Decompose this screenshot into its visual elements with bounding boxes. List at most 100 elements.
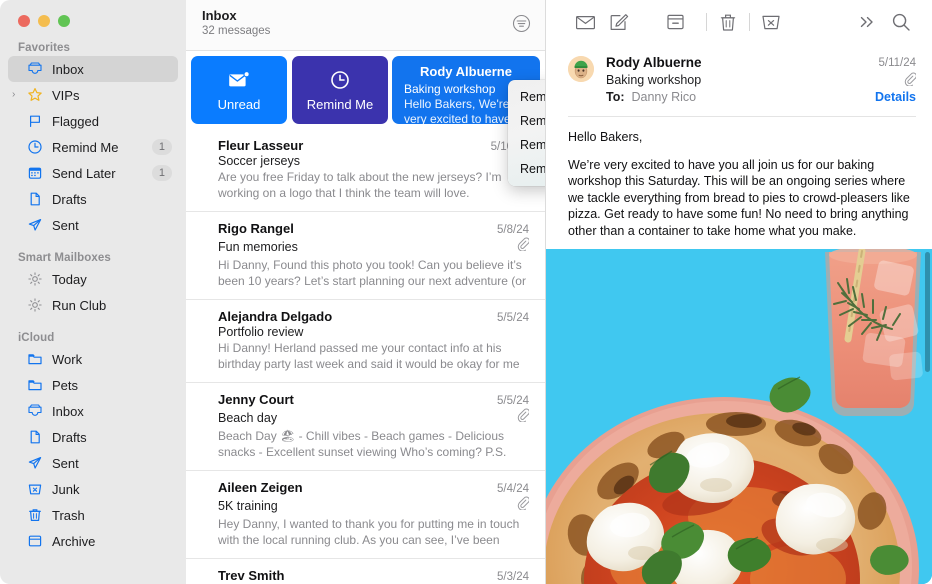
sidebar-item-label: Today <box>52 271 87 287</box>
sidebar-item-work[interactable]: Work <box>8 346 178 372</box>
message-row[interactable]: Jenny Court 5/5/24 Beach day Beach Day 🏖… <box>186 383 545 471</box>
message-subject: Portfolio review <box>218 325 304 339</box>
sidebar-item-label: Drafts <box>52 429 87 445</box>
message-toolbar <box>546 0 932 44</box>
message-date: 5/5/24 <box>497 395 529 407</box>
sidebar-item-badge: 1 <box>151 165 172 181</box>
swipe-action-label: Unread <box>217 96 261 112</box>
close-button[interactable] <box>18 15 30 27</box>
mail-window: Favorites Inbox › VIPs Flagged Remind Me… <box>0 0 932 584</box>
minimize-button[interactable] <box>38 15 50 27</box>
window-controls <box>0 0 186 28</box>
sidebar-item-junk[interactable]: Junk <box>8 476 178 502</box>
message-body: Hello Bakers, We’re very excited to have… <box>546 117 932 260</box>
sidebar-item-run-club[interactable]: Run Club <box>8 292 178 318</box>
sidebar-item-label: Inbox <box>52 403 84 419</box>
sidebar-item-label: Trash <box>52 507 85 523</box>
filter-icon[interactable] <box>512 14 531 38</box>
sidebar-item-label: Flagged <box>52 113 99 129</box>
sidebar-item-pets[interactable]: Pets <box>8 372 178 398</box>
clock-icon <box>26 139 43 156</box>
junk-button[interactable] <box>754 8 788 36</box>
message-preview: Are you free Friday to talk about the ne… <box>218 170 502 200</box>
gear-icon <box>26 271 43 288</box>
more-button[interactable] <box>850 8 884 36</box>
message-scrollbar[interactable] <box>925 252 930 372</box>
paperclip-icon <box>875 72 917 89</box>
swipe-action-unread[interactable]: Unread <box>191 56 287 124</box>
clock-icon <box>329 69 351 91</box>
compose-button[interactable] <box>602 8 636 36</box>
message-list-header: Inbox 32 messages <box>186 0 545 51</box>
sidebar-item-icloud-drafts[interactable]: Drafts <box>8 424 178 450</box>
mark-unread-button[interactable] <box>568 8 602 36</box>
unread-envelope-icon <box>228 69 250 91</box>
message-subject: Beach day <box>218 410 278 425</box>
inbox-icon <box>26 403 43 420</box>
menu-item-remind-later[interactable]: Remind Me Later… <box>508 157 545 181</box>
sidebar-item-label: Remind Me <box>52 139 119 155</box>
star-icon <box>26 87 43 104</box>
message-preview: Beach Day 🏖 - Chill vibes - Beach games … <box>218 429 507 459</box>
sidebar-item-vips[interactable]: › VIPs <box>8 82 178 108</box>
flag-icon <box>26 113 43 130</box>
search-button[interactable] <box>884 8 918 36</box>
sidebar-item-remind-me[interactable]: Remind Me 1 <box>8 134 178 160</box>
sidebar-item-send-later[interactable]: Send Later 1 <box>8 160 178 186</box>
attachment-photo[interactable] <box>546 249 932 584</box>
inbox-icon <box>26 61 43 78</box>
message-subject: Baking workshop <box>606 73 702 87</box>
details-link[interactable]: Details <box>875 89 916 106</box>
chevron-right-icon[interactable]: › <box>12 90 15 100</box>
message-date: 5/3/24 <box>497 571 529 583</box>
sidebar-section-favorites: Inbox › VIPs Flagged Remind Me 1 Send La… <box>0 56 186 238</box>
paperclip-icon <box>517 408 530 427</box>
avatar <box>568 56 594 82</box>
sidebar-item-sent[interactable]: Sent <box>8 212 178 238</box>
remind-me-context-menu: Remind Me in 1 Hour Remind Me Tonight Re… <box>508 80 545 186</box>
message-row[interactable]: Aileen Zeigen 5/4/24 5K training Hey Dan… <box>186 471 545 559</box>
toolbar-divider <box>706 13 707 31</box>
message-list-header-text: Inbox 32 messages <box>202 8 270 39</box>
sidebar-item-label: Archive <box>52 533 96 549</box>
message-row[interactable]: Trev Smith 5/3/24 Illustration reference… <box>186 559 545 584</box>
sidebar-item-trash[interactable]: Trash <box>8 502 178 528</box>
menu-item-remind-tonight[interactable]: Remind Me Tonight <box>508 109 545 133</box>
sidebar-item-icloud-inbox[interactable]: Inbox <box>8 398 178 424</box>
message-date: 5/11/24 <box>878 57 916 69</box>
archive-button[interactable] <box>658 8 692 36</box>
sidebar-item-flagged[interactable]: Flagged <box>8 108 178 134</box>
delete-button[interactable] <box>711 8 745 36</box>
message-sender-name: Rody Albuerne <box>606 55 702 70</box>
menu-item-remind-1-hour[interactable]: Remind Me in 1 Hour <box>508 85 545 109</box>
message-header-main: Rody Albuerne Baking workshop To: Danny … <box>606 54 867 106</box>
message-subject: Soccer jerseys <box>218 154 300 168</box>
message-date: 5/8/24 <box>497 224 529 236</box>
folder-icon <box>26 351 43 368</box>
message-rows: Unread Remind Me Rody Albuerne Baking wo… <box>186 51 545 584</box>
message-subject: Fun memories <box>218 239 298 254</box>
message-date: 5/4/24 <box>497 483 529 495</box>
sidebar-item-label: VIPs <box>52 87 80 103</box>
sidebar-item-archive[interactable]: Archive <box>8 528 178 554</box>
calendar-icon <box>26 165 43 182</box>
message-row[interactable]: Alejandra Delgado 5/5/24 Portfolio revie… <box>186 300 545 383</box>
sidebar-item-drafts[interactable]: Drafts <box>8 186 178 212</box>
menu-item-remind-tomorrow[interactable]: Remind Me Tomorrow <box>508 133 545 157</box>
toolbar-divider <box>749 13 750 31</box>
message-row[interactable]: Rigo Rangel 5/8/24 Fun memories Hi Danny… <box>186 212 545 300</box>
message-date: 5/5/24 <box>497 312 529 324</box>
swipe-action-remind-me[interactable]: Remind Me <box>292 56 388 124</box>
sidebar-item-icloud-sent[interactable]: Sent <box>8 450 178 476</box>
zoom-button[interactable] <box>58 15 70 27</box>
selected-message-sender: Rody Albuerne <box>420 64 512 79</box>
message-sender: Trev Smith <box>218 568 285 583</box>
paper-plane-icon <box>26 217 43 234</box>
sidebar-item-label: Sent <box>52 217 79 233</box>
sidebar-section-smart-title: Smart Mailboxes <box>18 252 111 264</box>
message-list-pane: Inbox 32 messages Unread Remind Me Rody … <box>186 0 546 584</box>
sidebar-item-inbox[interactable]: Inbox <box>8 56 178 82</box>
sidebar-item-today[interactable]: Today <box>8 266 178 292</box>
sidebar-section-icloud-title: iCloud <box>18 332 55 344</box>
message-row[interactable]: Fleur Lasseur 5/10/24 Soccer jerseys Are… <box>186 129 545 212</box>
